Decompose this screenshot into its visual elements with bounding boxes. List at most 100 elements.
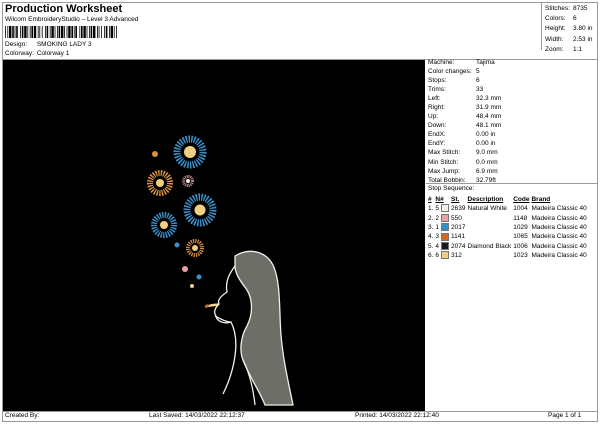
- stop-code: 1065: [513, 233, 528, 241]
- flower-orange-mid: [186, 239, 204, 257]
- param-label: Trims:: [428, 86, 446, 94]
- summary-label: Stitches:: [545, 4, 570, 12]
- param-row: Color changes: 5: [428, 67, 501, 76]
- param-row: Up: 48.4 mm: [428, 112, 501, 121]
- stop-description: [468, 232, 514, 241]
- summary-label: Colors:: [545, 14, 566, 22]
- stop-header: #: [428, 196, 432, 203]
- design-label: Design:: [5, 41, 28, 48]
- stop-code: 1029: [513, 223, 528, 231]
- stop-header: N#: [435, 196, 444, 203]
- created-by: Created By:: [5, 412, 40, 419]
- param-label: EndY:: [428, 140, 446, 148]
- flower-blue-mid: [151, 212, 177, 238]
- stop-swatch-cell: [441, 204, 451, 213]
- param-row: Max Stitch: 9.0 mm: [428, 148, 501, 157]
- param-row: Machine: Tajima: [428, 58, 501, 67]
- param-label: Max Jump:: [428, 167, 460, 175]
- param-value: 0.00 in: [476, 140, 496, 148]
- machine-params: Machine: Tajima Color changes: 5 Stops: 6 Trim…: [428, 58, 501, 185]
- stop-num: 6.: [428, 252, 434, 260]
- flower-blue-top: [173, 135, 207, 169]
- stop-brand: Madeira Classic 40: [531, 223, 587, 231]
- stop-num: 1.: [428, 205, 434, 213]
- stop-description: Natural White: [467, 205, 507, 213]
- color-swatch: [441, 204, 450, 213]
- summary-row: Colors: 6: [544, 13, 594, 23]
- cigarette: [207, 304, 218, 307]
- stop-row: 2. 2 550 1148 Madeira Classic 40: [428, 213, 589, 222]
- param-label: Left:: [428, 95, 441, 103]
- stop-swatch-cell: [441, 213, 451, 222]
- stop-description: [468, 251, 514, 260]
- param-row: EndX: 0.00 in: [428, 130, 501, 139]
- stop-sequence-table: # N# St. Description Code Brand 1. 5 2639 Natura…: [428, 195, 589, 260]
- summary-value: 6: [573, 14, 577, 22]
- stop-code: 1148: [513, 214, 528, 222]
- color-swatch: [441, 232, 450, 241]
- stop-num: 3.: [428, 223, 434, 231]
- stop-stitches: 550: [451, 214, 462, 222]
- param-row: Stops: 6: [428, 76, 501, 85]
- stop-header: Brand: [531, 196, 551, 203]
- stop-description: [468, 213, 514, 222]
- stop-description: [468, 223, 514, 232]
- stop-description: Diamond Black: [467, 242, 512, 250]
- bubble-4: [196, 274, 202, 280]
- param-value: 33: [476, 86, 484, 94]
- stop-row: 6. 6 312 1023 Madeira Classic 40: [428, 251, 589, 260]
- stop-code: 1004: [513, 205, 528, 213]
- param-value: 31.9 mm: [476, 104, 502, 112]
- param-row: Min Stitch: 0.0 mm: [428, 158, 501, 167]
- param-row: Left: 32.3 mm: [428, 94, 501, 103]
- param-row: Right: 31.9 mm: [428, 103, 501, 112]
- summary-value: 2.53 in: [573, 35, 593, 43]
- param-label: Up:: [428, 113, 439, 121]
- summary-value: 1:1: [573, 45, 583, 53]
- stop-swatch-cell: [441, 232, 451, 241]
- summary-value: 8735: [573, 4, 588, 12]
- stop-header: Code: [513, 196, 530, 203]
- design-preview: [3, 60, 425, 411]
- stop-stitches: 2074: [451, 242, 466, 250]
- last-saved: Last Saved: 14/03/2022 22:12:37: [149, 412, 245, 419]
- summary-row: Stitches: 8735: [544, 3, 594, 13]
- stop-stitches: 2017: [451, 223, 466, 231]
- param-label: Min Stitch:: [428, 158, 459, 166]
- footer-divider: [2, 411, 598, 412]
- color-swatch: [441, 242, 450, 251]
- stop-stitches: 2639: [451, 205, 466, 213]
- flower-small-pink: [182, 175, 194, 187]
- stop-brand: Madeira Classic 40: [531, 242, 587, 250]
- summary-row: Zoom: 1:1: [544, 44, 594, 54]
- flower-blue-right: [183, 193, 217, 227]
- summary-row: Height: 3.80 in: [544, 24, 594, 34]
- stop-brand: Madeira Classic 40: [531, 233, 587, 241]
- summary-value: 3.80 in: [573, 25, 593, 33]
- stop-row: 5. 4 2074 Diamond Black 1006 Madeira Classic …: [428, 242, 589, 251]
- summary-divider: [541, 2, 542, 50]
- stop-brand: Madeira Classic 40: [531, 252, 587, 260]
- param-label: Color changes:: [428, 68, 472, 76]
- bubble-5: [190, 284, 194, 288]
- param-label: Down:: [428, 122, 447, 130]
- stop-sequence-title: Stop Sequence:: [428, 185, 475, 192]
- design-artwork: [147, 135, 294, 406]
- design-value: SMOKING LADY 3: [36, 41, 92, 48]
- summary-row: Width: 2.53 in: [544, 34, 594, 44]
- color-swatch: [441, 223, 450, 232]
- worksheet-title: Production Worksheet: [5, 3, 123, 15]
- software-name: Wilcom EmbroideryStudio – Level 3 Advanc…: [5, 16, 139, 23]
- param-row: Trims: 33: [428, 85, 501, 94]
- summary-label: Height:: [545, 25, 566, 33]
- summary-label: Width:: [545, 35, 564, 43]
- stop-brand: Madeira Classic 40: [531, 205, 587, 213]
- stop-swatch-cell: [441, 251, 451, 260]
- stop-header: Description: [467, 196, 504, 203]
- colorway-value: Colorway 1: [36, 50, 70, 57]
- stop-num: 4.: [428, 233, 434, 241]
- bubble-3: [182, 266, 188, 272]
- page-number: Page 1 of 1: [548, 412, 582, 419]
- param-label: Stops:: [428, 77, 447, 85]
- param-value: 0.00 in: [476, 131, 496, 139]
